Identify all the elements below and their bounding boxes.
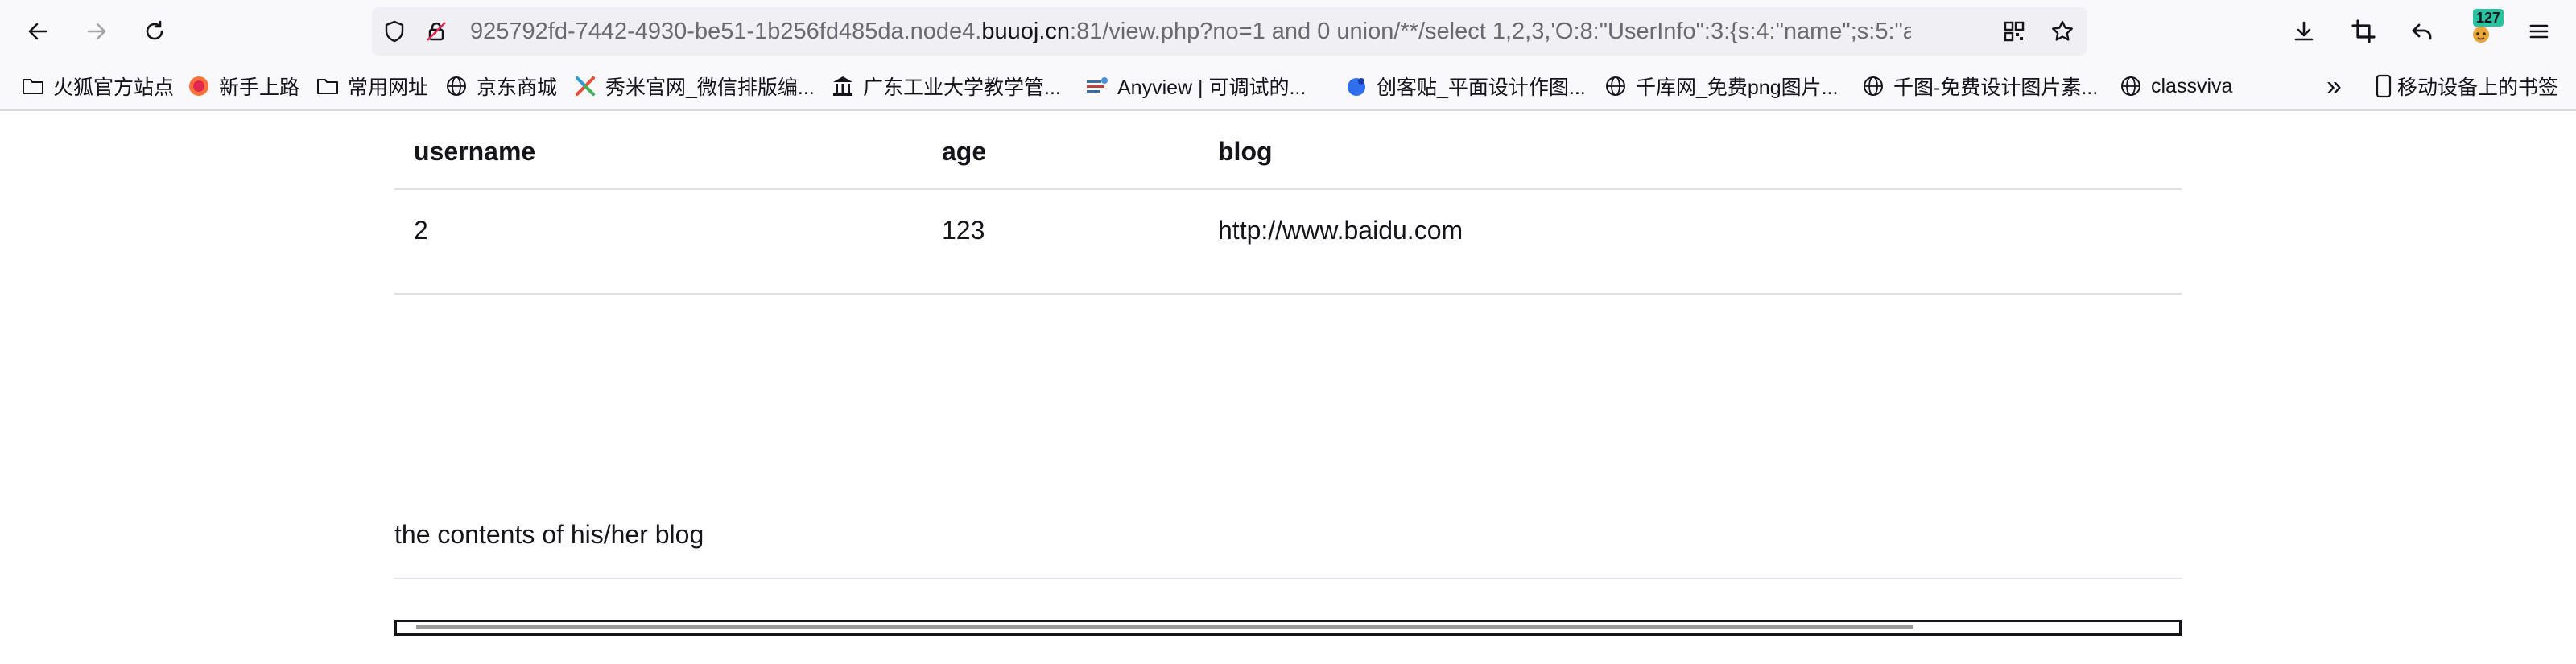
- bookmark-item[interactable]: 千图-免费设计图片素...: [1861, 63, 2098, 109]
- bookmark-label: classviva: [2151, 74, 2233, 97]
- back-arrow-icon: [28, 23, 47, 40]
- url-path: :81/view.php?no=1 and 0 union/**/select …: [1070, 19, 1911, 44]
- shield-icon[interactable]: [382, 19, 407, 44]
- browser-toolbar: 925792fd-7442-4930-be51-1b256fd485da.nod…: [0, 0, 2576, 63]
- app-menu-button[interactable]: [2520, 12, 2558, 51]
- screenshot-button[interactable]: [2344, 12, 2383, 51]
- bookmark-item[interactable]: 新手上路: [187, 63, 299, 109]
- blog-iframe[interactable]: [394, 620, 2182, 636]
- table-header-divider: [394, 188, 2182, 190]
- globe-icon: [1604, 74, 1628, 98]
- forward-arrow-icon: [87, 23, 106, 40]
- table-header-blog: blog: [1218, 137, 1273, 166]
- bookmark-item[interactable]: 常用网址: [316, 63, 428, 109]
- bookmark-label: Anyview | 可调试的...: [1117, 76, 1307, 99]
- bookmark-label: 火狐官方站点: [53, 76, 175, 99]
- url-prefix: 925792fd-7442-4930-be51-1b256fd485da.nod…: [470, 19, 982, 44]
- undo-close-tab-button[interactable]: [2403, 12, 2442, 51]
- globe-icon: [2119, 74, 2143, 98]
- hamburger-menu-icon: [2529, 24, 2549, 39]
- folder-icon: [316, 74, 340, 98]
- bookmark-item[interactable]: 秀米官网_微信排版编...: [573, 63, 815, 109]
- mobile-bookmarks[interactable]: 移动设备上的书签: [2375, 63, 2558, 109]
- bookmark-label: 创客贴_平面设计作图...: [1377, 76, 1586, 99]
- bookmark-label: 常用网址: [348, 76, 429, 99]
- extension-badge: 127: [2473, 9, 2504, 27]
- university-icon: [831, 74, 855, 98]
- url-bar[interactable]: 925792fd-7442-4930-be51-1b256fd485da.nod…: [372, 7, 2087, 56]
- xiumi-icon: [573, 74, 597, 98]
- table-row-divider: [394, 293, 2182, 295]
- bookmark-item[interactable]: Anyview | 可调试的...: [1085, 63, 1306, 109]
- url-text[interactable]: 925792fd-7442-4930-be51-1b256fd485da.nod…: [470, 7, 1911, 56]
- reload-icon: [146, 20, 163, 40]
- bookmark-label: 千库网_免费png图片...: [1636, 76, 1839, 99]
- table-cell-age: 123: [942, 216, 985, 245]
- bookmarks-overflow-button[interactable]: »: [2326, 63, 2342, 109]
- blog-divider: [394, 578, 2182, 579]
- bookmark-item[interactable]: 创客贴_平面设计作图...: [1344, 63, 1586, 109]
- qr-code-icon[interactable]: [2001, 19, 2027, 44]
- globe-icon: [1861, 74, 1885, 98]
- insecure-lock-icon[interactable]: [423, 19, 449, 44]
- iframe-scrollbar[interactable]: [416, 625, 1913, 629]
- crop-icon: [2351, 19, 2376, 43]
- forward-button[interactable]: [77, 12, 116, 51]
- downloads-button[interactable]: [2285, 12, 2323, 51]
- bookmark-item[interactable]: 千库网_免费png图片...: [1604, 63, 1838, 109]
- anyview-icon: [1085, 74, 1109, 98]
- bookmark-star-icon[interactable]: [2050, 19, 2075, 44]
- bookmark-item[interactable]: 京东商城: [444, 63, 557, 109]
- extension-button[interactable]: 127: [2462, 9, 2504, 51]
- bookmark-item[interactable]: classviva: [2119, 63, 2232, 109]
- blog-heading: the contents of his/her blog: [394, 520, 704, 549]
- mobile-bookmarks-label: 移动设备上的书签: [2397, 76, 2559, 99]
- download-icon: [2294, 21, 2314, 41]
- table-cell-blog: http://www.baidu.com: [1218, 216, 1463, 245]
- url-domain: buuoj.cn: [981, 19, 1071, 44]
- mobile-phone-icon: [2375, 74, 2392, 98]
- folder-icon: [21, 74, 45, 98]
- bookmark-label: 秀米官网_微信排版编...: [605, 76, 815, 99]
- table-header-username: username: [414, 137, 536, 166]
- back-button[interactable]: [19, 12, 57, 51]
- table-header-age: age: [942, 137, 987, 166]
- globe-icon: [444, 74, 469, 98]
- chuangketie-icon: [1344, 74, 1368, 98]
- table-cell-username: 2: [414, 216, 428, 245]
- firefox-icon: [187, 74, 211, 98]
- undo-icon: [2412, 23, 2432, 40]
- double-chevron-icon: »: [2326, 70, 2342, 101]
- bookmarks-toolbar: 火狐官方站点 新手上路 常用网址 京东商城 秀米官网_微信排版编... 广东工业…: [0, 63, 2576, 111]
- bookmark-item[interactable]: 火狐官方站点: [21, 63, 174, 109]
- bookmark-item[interactable]: 广东工业大学教学管...: [831, 63, 1061, 109]
- bookmark-label: 千图-免费设计图片素...: [1893, 76, 2099, 99]
- bookmark-label: 京东商城: [477, 76, 558, 99]
- bookmark-label: 广东工业大学教学管...: [863, 76, 1061, 99]
- bookmark-label: 新手上路: [219, 76, 300, 99]
- reload-button[interactable]: [135, 12, 174, 51]
